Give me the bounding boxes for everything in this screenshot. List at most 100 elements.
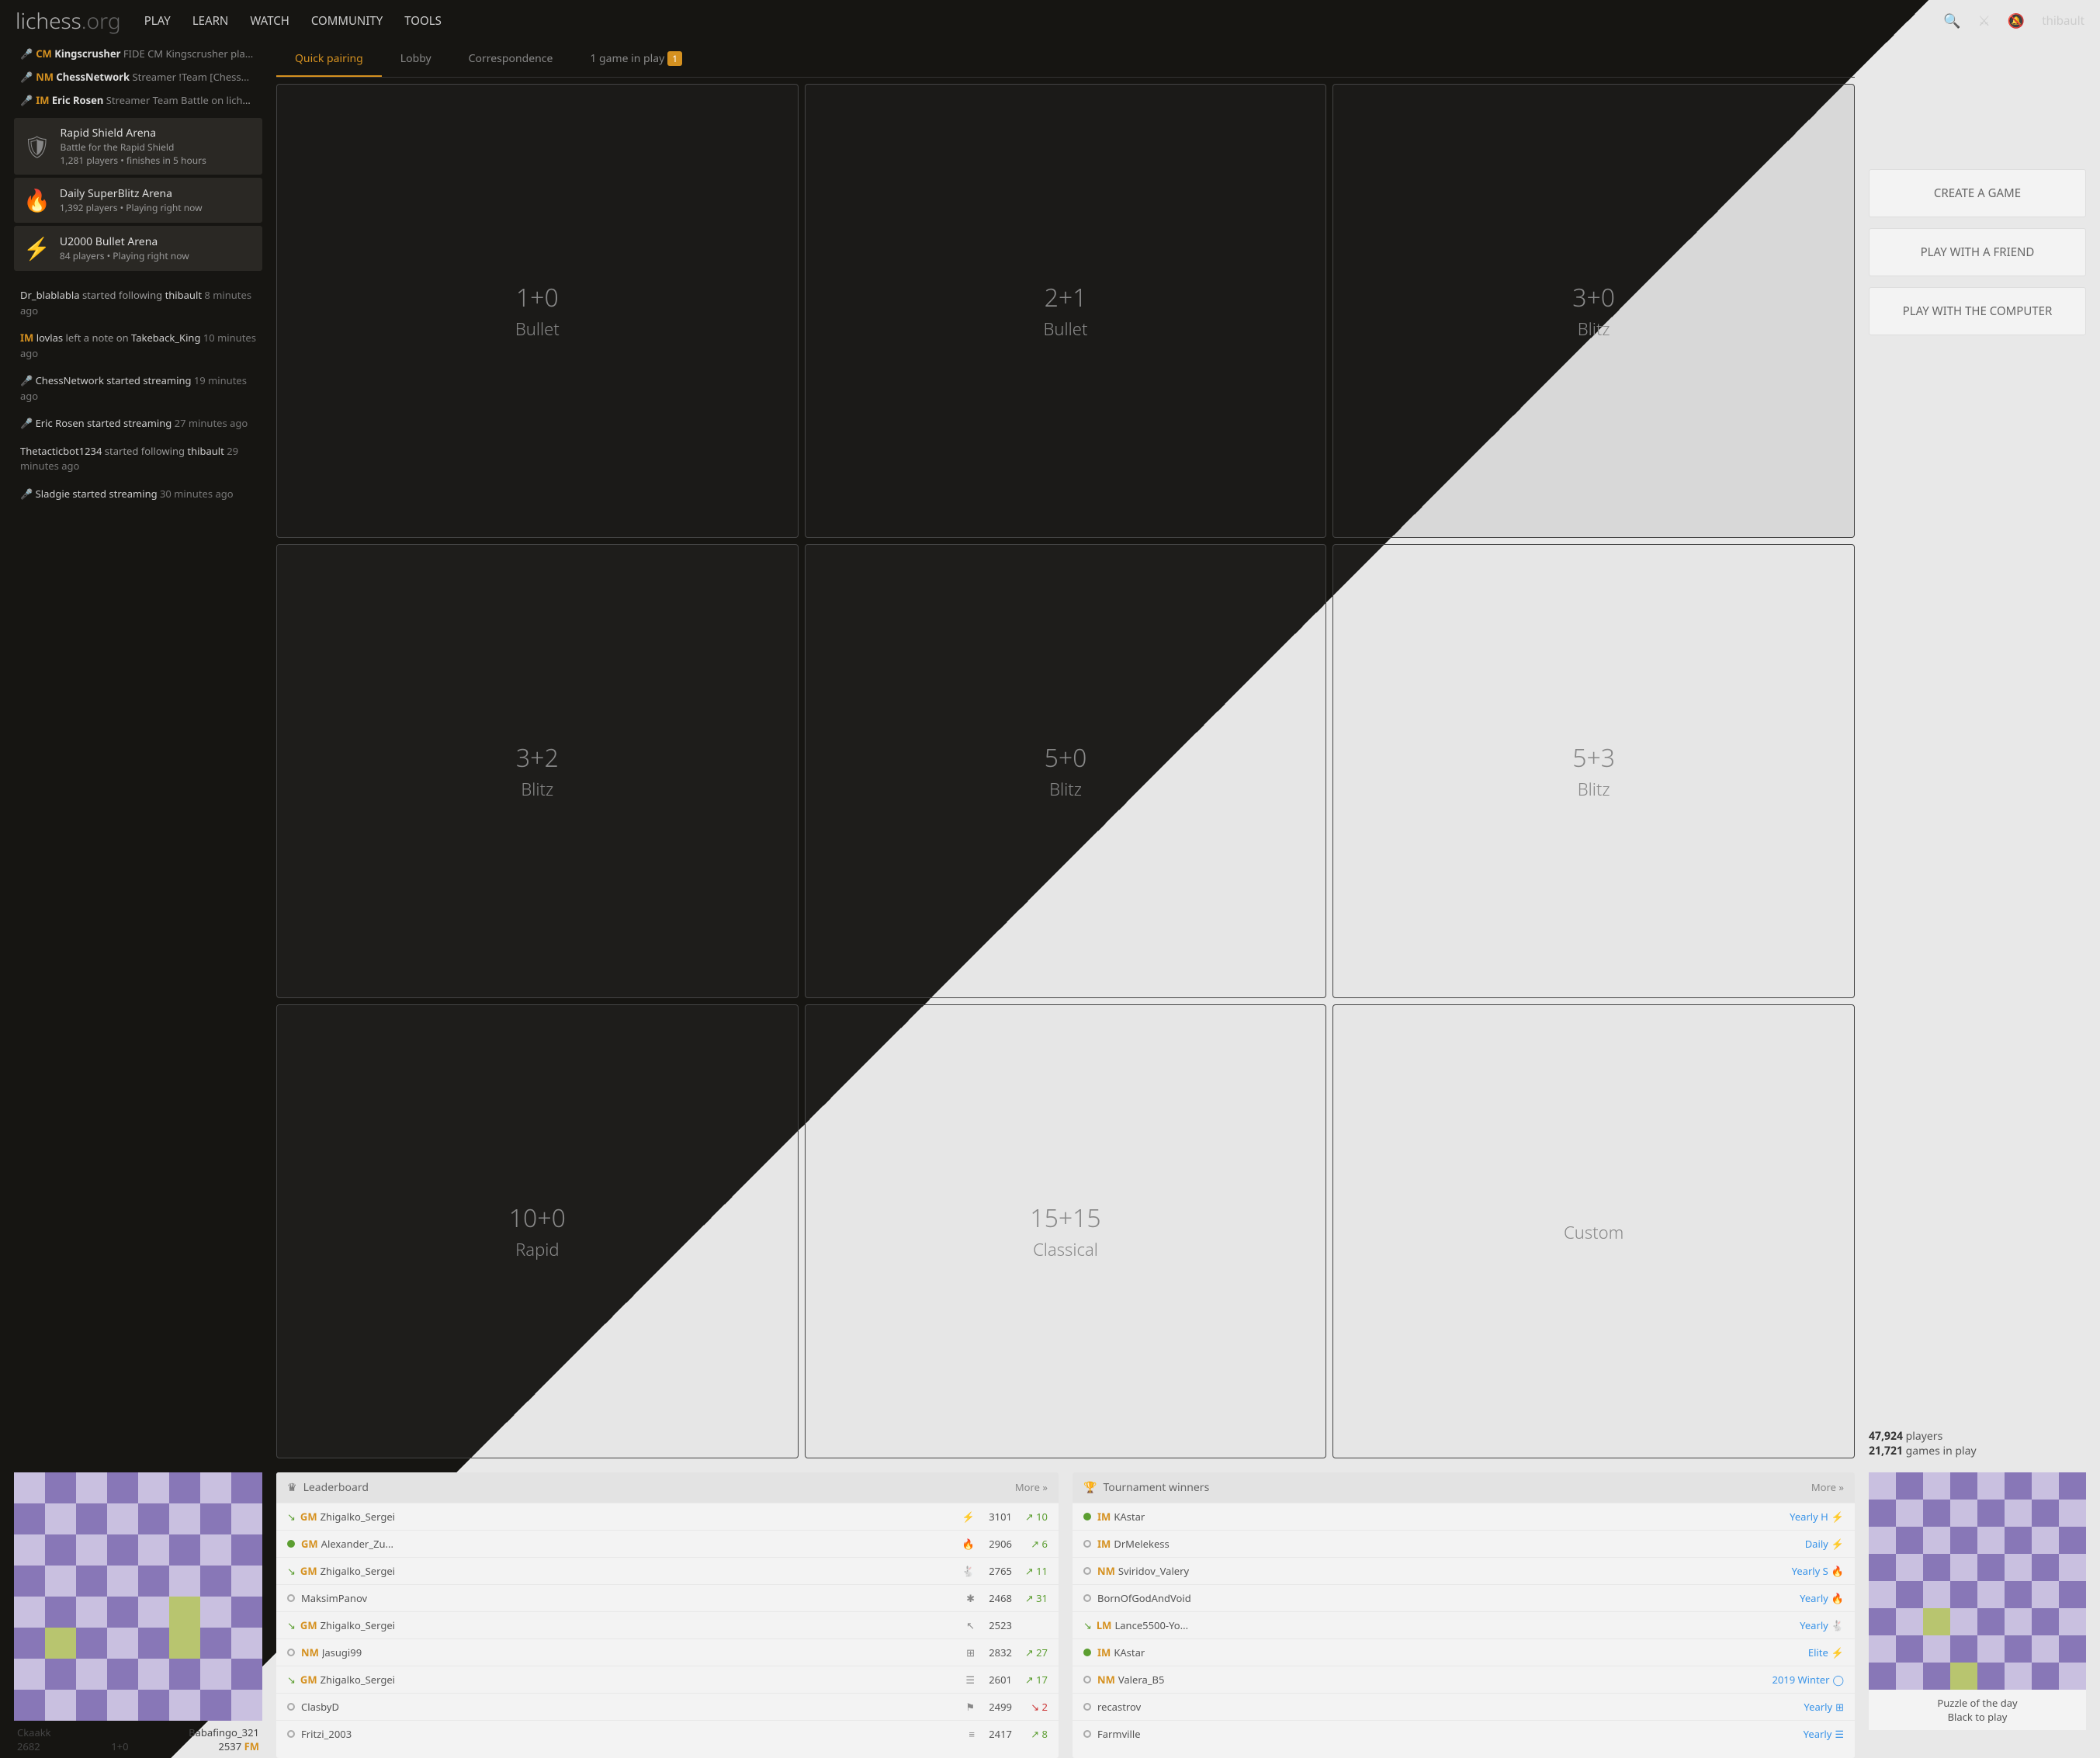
board-square	[2005, 1635, 2032, 1663]
leaderboard-more[interactable]: More »	[1015, 1480, 1048, 1494]
board-square	[45, 1628, 76, 1659]
nav-play[interactable]: PLAY	[144, 13, 171, 29]
mic-icon: 🎤	[20, 93, 33, 107]
quick-pairing-grid: 1+0Bullet2+1Bullet3+0Blitz 3+2Blitz5+0Bli…	[276, 84, 1855, 1458]
streamer-link[interactable]: 🎤NM ChessNetwork Streamer !Team [Chess..…	[14, 65, 262, 88]
board-square	[231, 1503, 262, 1534]
leaderboard-row[interactable]: MaksimPanov✱2468↗ 31	[276, 1584, 1059, 1611]
winner-row[interactable]: IMKAstarElite⚡	[1073, 1638, 1855, 1666]
online-dot	[1083, 1730, 1091, 1738]
board-square	[169, 1472, 200, 1503]
site-stats: 47,924 players 21,721 games in play	[1869, 1336, 2086, 1458]
board-square	[169, 1534, 200, 1566]
tab-lobby[interactable]: Lobby	[382, 42, 450, 77]
leaderboard-row[interactable]: ClasbyD⚑2499↘ 2	[276, 1693, 1059, 1720]
variant-icon: 🐇	[962, 1564, 975, 1578]
nav-tools[interactable]: TOOLS	[404, 13, 442, 29]
nav-learn[interactable]: LEARN	[192, 13, 229, 29]
pairing-tile[interactable]: 3+2Blitz	[276, 544, 799, 998]
daily-puzzle[interactable]: Puzzle of the dayBlack to play	[1869, 1472, 2086, 1758]
pairing-tile[interactable]: 1+0Bullet	[276, 84, 799, 538]
variant-icon: ↖	[966, 1618, 975, 1632]
pairing-tile[interactable]: 5+3Blitz	[1332, 544, 1855, 998]
timeline-item[interactable]: IM lovlas left a note on Takeback_King 1…	[14, 328, 262, 364]
timeline-item[interactable]: Thetacticbot1234 started following thiba…	[14, 441, 262, 477]
online-dot	[1083, 1703, 1091, 1711]
timeline-item[interactable]: 🎤 Sladgie started streaming 30 minutes a…	[14, 484, 262, 505]
online-dot	[1083, 1649, 1091, 1656]
winner-row[interactable]: ↘LMLance5500-Yo...Yearly🐇	[1073, 1611, 1855, 1638]
online-dot	[287, 1540, 295, 1548]
arena-link[interactable]: 🛡Rapid Shield ArenaBattle for the Rapid …	[14, 118, 262, 175]
nav-community[interactable]: COMMUNITY	[311, 13, 383, 29]
challenge-icon[interactable]: ⚔	[1978, 12, 1991, 30]
leaderboard-row[interactable]: ↘GMZhigalko_Sergei↖2523	[276, 1611, 1059, 1638]
logo[interactable]: lichess.org	[16, 6, 121, 36]
timeline-item[interactable]: 🎤 ChessNetwork started streaming 19 minu…	[14, 370, 262, 407]
leaderboard-row[interactable]: ↘GMZhigalko_Sergei⚡3101↗ 10	[276, 1503, 1059, 1530]
arena-icon: ⚡	[23, 234, 50, 263]
pairing-tile[interactable]: Custom	[1332, 1004, 1855, 1458]
online-dot	[1083, 1567, 1091, 1575]
winner-row[interactable]: BornOfGodAndVoidYearly🔥	[1073, 1584, 1855, 1611]
center: Quick pairingLobbyCorrespondence1 game i…	[276, 42, 1855, 1458]
winner-row[interactable]: recastrovYearly⊞	[1073, 1693, 1855, 1720]
board-square	[1923, 1554, 1950, 1581]
winner-row[interactable]: IMDrMelekessDaily⚡	[1073, 1530, 1855, 1557]
board-square	[231, 1566, 262, 1597]
board-square	[1923, 1527, 1950, 1554]
variant-icon: ⚡	[962, 1510, 975, 1524]
arena-link[interactable]: 🔥Daily SuperBlitz Arena1,392 players • P…	[14, 178, 262, 223]
board-square	[1977, 1635, 2005, 1663]
board-square	[1869, 1500, 1896, 1527]
leaderboard-row[interactable]: NMJasugi99⊞2832↗ 27	[276, 1638, 1059, 1666]
pairing-tile[interactable]: 10+0Rapid	[276, 1004, 799, 1458]
timeline-item[interactable]: Dr_blablabla started following thibault …	[14, 285, 262, 321]
board-square	[45, 1690, 76, 1721]
tab-correspondence[interactable]: Correspondence	[450, 42, 572, 77]
leaderboard-row[interactable]: GMAlexander_Zu...🔥2906↗ 6	[276, 1530, 1059, 1557]
board-square	[107, 1690, 138, 1721]
streamer-link[interactable]: 🎤CM Kingscrusher FIDE CM Kingscrusher pl…	[14, 42, 262, 65]
online-dot	[1083, 1594, 1091, 1602]
play-computer-button[interactable]: PLAY WITH THE COMPUTER	[1869, 287, 2086, 335]
timeline-item[interactable]: 🎤 Eric Rosen started streaming 27 minute…	[14, 413, 262, 435]
user-menu[interactable]: thibault	[2042, 13, 2084, 29]
mic-icon: 🎤	[20, 47, 33, 61]
board-square	[2059, 1635, 2086, 1663]
board-square	[2005, 1554, 2032, 1581]
winner-row[interactable]: NMValera_B52019 Winter◯	[1073, 1666, 1855, 1693]
board-square	[1950, 1635, 1977, 1663]
winner-row[interactable]: NMSviridov_ValeryYearly S🔥	[1073, 1557, 1855, 1584]
board-square	[2059, 1608, 2086, 1635]
winner-row[interactable]: IMKAstarYearly H⚡	[1073, 1503, 1855, 1530]
arena-icon: 🔥	[23, 186, 50, 215]
bell-icon[interactable]: 🔕	[2008, 12, 2025, 30]
tab-1-game-in-play[interactable]: 1 game in play1	[571, 42, 701, 77]
play-friend-button[interactable]: PLAY WITH A FRIEND	[1869, 228, 2086, 276]
streamer-link[interactable]: 🎤IM Eric Rosen Streamer Team Battle on l…	[14, 88, 262, 112]
leaderboard-row[interactable]: Fritzi_2003≡2417↗ 8	[276, 1720, 1059, 1747]
tab-quick-pairing[interactable]: Quick pairing	[276, 42, 382, 77]
featured-game[interactable]: Ckaakk2682 1+0 Babafingo_3212537 FM	[14, 1472, 262, 1758]
board-square	[138, 1472, 169, 1503]
pairing-tile[interactable]: 5+0Blitz	[805, 544, 1327, 998]
winners-more[interactable]: More »	[1811, 1480, 1844, 1494]
board-square	[1896, 1554, 1923, 1581]
board-square	[1896, 1635, 1923, 1663]
arena-link[interactable]: ⚡U2000 Bullet Arena84 players • Playing …	[14, 226, 262, 271]
pairing-tile[interactable]: 3+0Blitz	[1332, 84, 1855, 538]
variant-icon: 🔥	[1831, 1591, 1844, 1605]
topbar: lichess.org PLAY LEARN WATCH COMMUNITY T…	[0, 0, 2100, 42]
search-icon[interactable]: 🔍	[1943, 12, 1960, 30]
pairing-tile[interactable]: 15+15Classical	[805, 1004, 1327, 1458]
pairing-tile[interactable]: 2+1Bullet	[805, 84, 1327, 538]
patron-icon: ↘	[1083, 1618, 1092, 1632]
leaderboard-row[interactable]: ↘GMZhigalko_Sergei☰2601↗ 17	[276, 1666, 1059, 1693]
variant-icon: ⚡	[1831, 1645, 1844, 1659]
leaderboard-row[interactable]: ↘GMZhigalko_Sergei🐇2765↗ 11	[276, 1557, 1059, 1584]
winner-row[interactable]: FarmvilleYearly☰	[1073, 1720, 1855, 1747]
nav-watch[interactable]: WATCH	[250, 13, 289, 29]
create-game-button[interactable]: CREATE A GAME	[1869, 169, 2086, 217]
board-square	[138, 1503, 169, 1534]
